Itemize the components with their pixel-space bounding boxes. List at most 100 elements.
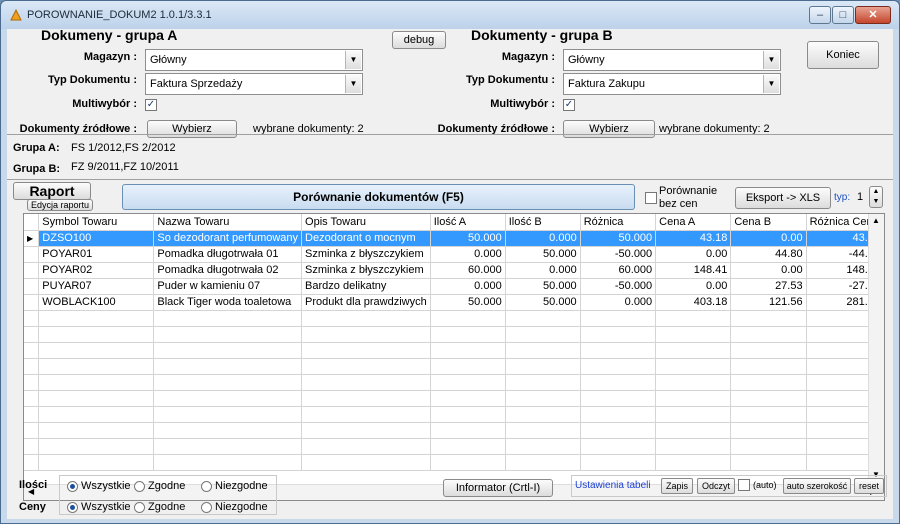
column-header[interactable]: Cena A: [655, 214, 732, 231]
informator-button[interactable]: Informator (Crtl-I): [443, 479, 553, 497]
table-cell[interactable]: 50.000: [505, 278, 581, 295]
table-cell[interactable]: 0.00: [730, 262, 807, 279]
table-cell[interactable]: 0.00: [655, 278, 732, 295]
row-indicator[interactable]: [24, 278, 40, 295]
porownanie-button[interactable]: Porównanie dokumentów (F5): [122, 184, 635, 210]
edycja-raportu-button[interactable]: Edycja raportu: [27, 199, 93, 211]
column-header[interactable]: Opis Towaru: [301, 214, 431, 231]
table-cell[interactable]: Puder w kamieniu 07: [153, 278, 303, 295]
typ-spinner[interactable]: ▲ ▼: [869, 186, 883, 208]
column-header[interactable]: Cena B: [730, 214, 807, 231]
odczyt-button[interactable]: Odczyt: [697, 478, 735, 494]
table-cell[interactable]: 0.000: [430, 246, 506, 263]
table-cell[interactable]: Szminka z błyszczykiem: [301, 246, 431, 263]
group-b-wybierz-button[interactable]: Wybierz: [563, 120, 655, 138]
title-bar[interactable]: POROWNANIE_DOKUM2 1.0.1/3.3.1 – □ ✕: [1, 1, 899, 29]
group-b-magazyn-select[interactable]: Główny ▼: [563, 49, 781, 71]
table-cell[interactable]: So dezodorant perfumowany: [153, 230, 303, 247]
debug-button[interactable]: debug: [392, 31, 446, 49]
column-header[interactable]: Symbol Towaru: [38, 214, 155, 231]
table-cell[interactable]: 403.18: [655, 294, 732, 311]
row-indicator[interactable]: [24, 262, 40, 279]
table-row[interactable]: ▶ DZSO100 So dezodorant perfumowany Dezodor…: [24, 230, 884, 247]
table-cell[interactable]: 0.000: [505, 230, 581, 247]
table-cell[interactable]: 43.18: [655, 230, 732, 247]
table-cell[interactable]: 121.56: [730, 294, 807, 311]
table-cell[interactable]: Pomadka długotrwała 01: [153, 246, 303, 263]
group-b-multi-label: Multiwybór :: [490, 98, 555, 110]
ilosci-niezgodne-radio[interactable]: [201, 481, 212, 492]
table-cell[interactable]: Pomadka długotrwała 02: [153, 262, 303, 279]
reset-button[interactable]: reset: [854, 478, 884, 494]
chevron-down-icon[interactable]: ▼: [763, 51, 779, 69]
raport-button[interactable]: Raport: [13, 182, 91, 200]
table-row[interactable]: POYAR02 Pomadka długotrwała 02 Szminka z b…: [24, 262, 884, 279]
table-cell[interactable]: 50.000: [430, 294, 506, 311]
ceny-zgodne-radio[interactable]: [134, 502, 145, 513]
table-cell[interactable]: POYAR02: [38, 262, 155, 279]
table-cell[interactable]: DZSO100: [38, 230, 155, 247]
koniec-button[interactable]: Koniec: [807, 41, 879, 69]
close-icon[interactable]: ✕: [855, 6, 891, 24]
table-cell[interactable]: Black Tiger woda toaletowa: [153, 294, 303, 311]
table-cell[interactable]: -50.000: [580, 278, 657, 295]
minimize-icon[interactable]: –: [809, 6, 831, 24]
group-b-multi-checkbox[interactable]: ✓: [563, 99, 575, 111]
table-cell[interactable]: 60.000: [430, 262, 506, 279]
column-header[interactable]: Ilość A: [430, 214, 506, 231]
row-indicator[interactable]: [24, 294, 40, 311]
table-cell[interactable]: POYAR01: [38, 246, 155, 263]
table-cell[interactable]: 50.000: [580, 230, 657, 247]
empty-cell: [580, 438, 657, 455]
table-cell[interactable]: 50.000: [430, 230, 506, 247]
table-row[interactable]: POYAR01 Pomadka długotrwała 01 Szminka z b…: [24, 246, 884, 263]
table-cell[interactable]: 27.53: [730, 278, 807, 295]
chevron-down-icon[interactable]: ▼: [345, 75, 361, 93]
group-b-typ-select[interactable]: Faktura Zakupu ▼: [563, 73, 781, 95]
group-a-multi-checkbox[interactable]: ✓: [145, 99, 157, 111]
grupa-b-label: Grupa B:: [13, 163, 61, 175]
table-cell[interactable]: Dezodorant o mocnym: [301, 230, 431, 247]
table-row[interactable]: PUYAR07 Puder w kamieniu 07 Bardzo delikat…: [24, 278, 884, 295]
group-a-wybierz-button[interactable]: Wybierz: [147, 120, 237, 138]
table-cell[interactable]: 148.41: [655, 262, 732, 279]
table-cell[interactable]: -50.000: [580, 246, 657, 263]
table-cell[interactable]: Produkt dla prawdziwych: [301, 294, 431, 311]
chevron-down-icon[interactable]: ▼: [345, 51, 361, 69]
column-header[interactable]: Nazwa Towaru: [153, 214, 303, 231]
column-header[interactable]: Ilość B: [505, 214, 581, 231]
table-cell[interactable]: 50.000: [505, 294, 581, 311]
table-cell[interactable]: WOBLACK100: [38, 294, 155, 311]
ilosci-zgodne-radio[interactable]: [134, 481, 145, 492]
table-row[interactable]: WOBLACK100 Black Tiger woda toaletowa Prod…: [24, 294, 884, 311]
table-cell[interactable]: 50.000: [505, 246, 581, 263]
table-cell[interactable]: PUYAR07: [38, 278, 155, 295]
auto-szerokosc-button[interactable]: auto szerokość: [783, 478, 851, 494]
group-a-magazyn-select[interactable]: Główny ▼: [145, 49, 363, 71]
table-cell[interactable]: 0.000: [430, 278, 506, 295]
ceny-wszystkie-radio[interactable]: [67, 502, 78, 513]
table-cell[interactable]: 0.000: [505, 262, 581, 279]
eksport-xls-button[interactable]: Eksport -> XLS: [735, 187, 831, 209]
table-cell[interactable]: Bardzo delikatny: [301, 278, 431, 295]
table-cell[interactable]: Szminka z błyszczykiem: [301, 262, 431, 279]
vertical-scrollbar[interactable]: ▲ ▼: [868, 214, 884, 484]
table-cell[interactable]: 0.00: [730, 230, 807, 247]
ilosci-wszystkie-radio[interactable]: [67, 481, 78, 492]
auto-checkbox[interactable]: [738, 479, 750, 491]
bez-cen-checkbox[interactable]: [645, 192, 657, 204]
column-header[interactable]: Różnica: [580, 214, 657, 231]
zapis-button[interactable]: Zapis: [661, 478, 693, 494]
ceny-niezgodne-radio[interactable]: [201, 502, 212, 513]
table-cell[interactable]: 0.00: [655, 246, 732, 263]
scroll-up-icon[interactable]: ▲: [872, 216, 880, 225]
row-indicator[interactable]: ▶: [24, 230, 40, 247]
data-grid[interactable]: Symbol Towaru Nazwa Towaru Opis Towaru I…: [23, 213, 885, 501]
maximize-icon[interactable]: □: [832, 6, 854, 24]
chevron-down-icon[interactable]: ▼: [763, 75, 779, 93]
group-a-typ-select[interactable]: Faktura Sprzedaży ▼: [145, 73, 363, 95]
table-cell[interactable]: 44.80: [730, 246, 807, 263]
table-cell[interactable]: 60.000: [580, 262, 657, 279]
row-indicator[interactable]: [24, 246, 40, 263]
table-cell[interactable]: 0.000: [580, 294, 657, 311]
